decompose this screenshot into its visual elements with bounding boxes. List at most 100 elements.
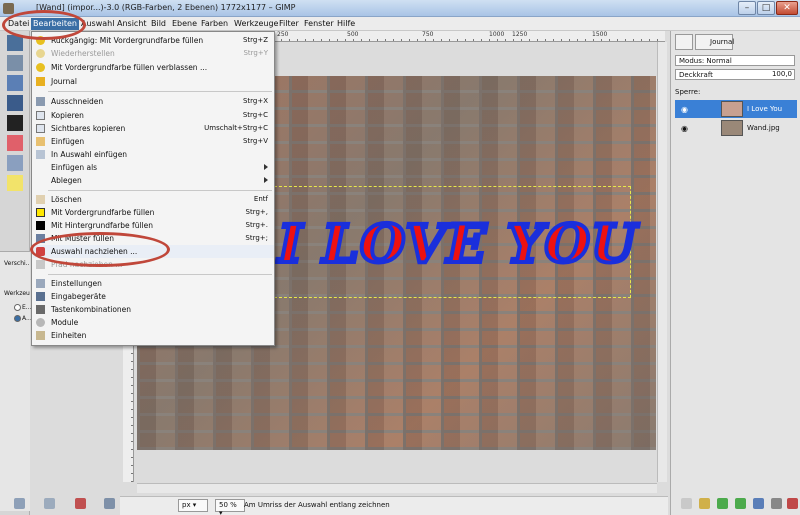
paths-tool-icon[interactable]: [7, 75, 23, 91]
scale-tool-icon[interactable]: [7, 55, 23, 71]
menu-item-fade[interactable]: Mit Vordergrundfarbe füllen verblassen .…: [33, 61, 274, 74]
horizontal-scrollbar[interactable]: [137, 483, 657, 493]
menu-item-paste[interactable]: Einfügen Strg+V: [33, 135, 274, 148]
tool-options-panel: Verschi... Werkzeu... E... A...: [0, 251, 32, 511]
radio-option-1[interactable]: [14, 304, 21, 311]
text-a-icon[interactable]: [7, 115, 23, 131]
tool-options-label: Werkzeu...: [4, 290, 30, 297]
menu-item-journal[interactable]: Journal: [33, 75, 274, 88]
menu-item-label: Rückgängig: Mit Vordergrundfarbe füllen: [51, 36, 204, 45]
new-group-icon[interactable]: [699, 498, 710, 509]
visibility-eye-icon[interactable]: ◉: [681, 124, 688, 133]
visibility-eye-icon[interactable]: ◉: [681, 105, 688, 114]
save-options-icon[interactable]: [14, 498, 25, 509]
opacity-value[interactable]: 100,0: [761, 69, 795, 80]
paste-icon: [36, 137, 45, 146]
edit-menu-dropdown: Rückgängig: Mit Vordergrundfarbe füllen …: [31, 31, 275, 346]
submenu-arrow-icon: [264, 177, 268, 183]
vertical-scrollbar[interactable]: [657, 42, 667, 482]
menu-item-label: In Auswahl einfügen: [51, 150, 128, 159]
menu-item-label: Einfügen: [51, 137, 85, 146]
menu-item-label: Kopieren: [51, 111, 84, 120]
layer-row-wand[interactable]: ◉ Wand.jpg: [675, 119, 797, 137]
menu-item-clear[interactable]: Löschen Entf: [33, 193, 274, 206]
anchor-layer-icon[interactable]: [771, 498, 782, 509]
menu-item-label: Wiederherstellen: [51, 49, 115, 58]
menu-item-shortcut: Strg+V: [242, 137, 268, 145]
eraser-tool-icon[interactable]: [7, 135, 23, 151]
menu-item-shortcuts[interactable]: Tastenkombinationen: [33, 303, 274, 316]
lower-layer-icon[interactable]: [735, 498, 746, 509]
menu-item-cut[interactable]: Ausschneiden Strg+X: [33, 95, 274, 108]
bg-color-swatch-icon: [36, 221, 45, 230]
layer-name: I Love You: [747, 105, 783, 113]
fg-color-swatch-icon: [36, 208, 45, 217]
menu-item-buffer[interactable]: Ablegen: [33, 174, 274, 187]
menu-fenster[interactable]: Fenster: [302, 18, 336, 30]
menu-ebene[interactable]: Ebene: [170, 18, 199, 30]
menu-item-fill-fg[interactable]: Mit Vordergrundfarbe füllen Strg+,: [33, 206, 274, 219]
zoom-select[interactable]: 50 % ▾: [215, 499, 245, 515]
text-tool-icon[interactable]: [7, 95, 23, 111]
radio-option-2[interactable]: [14, 315, 21, 322]
ruler-label: 1500: [592, 31, 608, 38]
journal-icon: [36, 77, 45, 86]
menu-separator: [48, 190, 272, 191]
layer-row-love[interactable]: ◉ I Love You: [675, 100, 797, 118]
redo-icon: [36, 49, 45, 58]
menu-werkzeuge[interactable]: Werkzeuge: [232, 18, 280, 30]
menu-item-label: Einheiten: [51, 331, 87, 340]
maximize-button[interactable]: □: [757, 1, 775, 15]
menu-item-shortcut: Strg+;: [245, 234, 268, 242]
menu-item-units[interactable]: Einheiten: [33, 329, 274, 342]
gimp-app-icon: [3, 3, 14, 14]
status-message: Am Umriss der Auswahl entlang zeichnen: [244, 501, 390, 509]
restore-options-icon[interactable]: [44, 498, 55, 509]
ruler-label: 750: [422, 31, 434, 38]
menu-bild[interactable]: Bild: [149, 18, 168, 30]
unit-select[interactable]: px ▾: [178, 499, 208, 512]
duplicate-layer-icon[interactable]: [753, 498, 764, 509]
menu-item-paste-as[interactable]: Einfügen als: [33, 161, 274, 174]
menu-item-paste-into[interactable]: In Auswahl einfügen: [33, 148, 274, 161]
menu-filter[interactable]: Filter: [277, 18, 301, 30]
mode-select[interactable]: Modus: Normal: [675, 55, 795, 66]
menu-item-preferences[interactable]: Einstellungen: [33, 277, 274, 290]
modules-icon: [36, 318, 45, 327]
new-layer-icon[interactable]: [681, 498, 692, 509]
fade-icon: [36, 63, 45, 72]
menu-separator: [48, 91, 272, 92]
menu-bar: Datei Bearbeiten Auswahl Ansicht Bild Eb…: [0, 17, 800, 31]
menu-item-copy-visible[interactable]: Sichtbares kopieren Umschalt+Strg+C: [33, 122, 274, 135]
menu-item-fill-bg[interactable]: Mit Hintergrundfarbe füllen Strg+.: [33, 219, 274, 232]
journal-tab[interactable]: Journal: [695, 34, 734, 50]
menu-item-shortcut: Strg+Z: [242, 36, 268, 44]
menu-hilfe[interactable]: Hilfe: [335, 18, 357, 30]
menu-item-redo[interactable]: Wiederherstellen Strg+Y: [33, 47, 274, 60]
menu-item-shortcut: Strg+.: [245, 221, 268, 229]
raise-layer-icon[interactable]: [717, 498, 728, 509]
menu-item-label: Mit Vordergrundfarbe füllen verblassen .…: [51, 63, 208, 72]
reset-options-icon[interactable]: [104, 498, 115, 509]
menu-item-label: Löschen: [51, 195, 82, 204]
love-text-layer: I LOVE YOU: [276, 212, 638, 277]
menu-item-modules[interactable]: Module: [33, 316, 274, 329]
preferences-icon: [36, 279, 45, 288]
layers-tab[interactable]: [675, 34, 693, 50]
smudge-tool-icon[interactable]: [7, 155, 23, 171]
lock-label: Sperre:: [675, 88, 701, 96]
menu-ansicht[interactable]: Ansicht: [115, 18, 149, 30]
delete-options-icon[interactable]: [75, 498, 86, 509]
menu-item-input-devices[interactable]: Eingabegeräte: [33, 290, 274, 303]
menu-item-label: Sichtbares kopieren: [51, 124, 126, 133]
close-button[interactable]: ✕: [776, 1, 798, 15]
menu-item-label: Eingabegeräte: [51, 292, 106, 301]
stroke-path-icon: [36, 260, 45, 269]
minimize-button[interactable]: –: [738, 1, 756, 15]
ruler-label: 1250: [512, 31, 528, 38]
delete-layer-icon[interactable]: [787, 498, 798, 509]
color-picker-icon[interactable]: [7, 175, 23, 191]
menu-farben[interactable]: Farben: [199, 18, 230, 30]
menu-item-copy[interactable]: Kopieren Strg+C: [33, 109, 274, 122]
menu-separator: [48, 274, 272, 275]
